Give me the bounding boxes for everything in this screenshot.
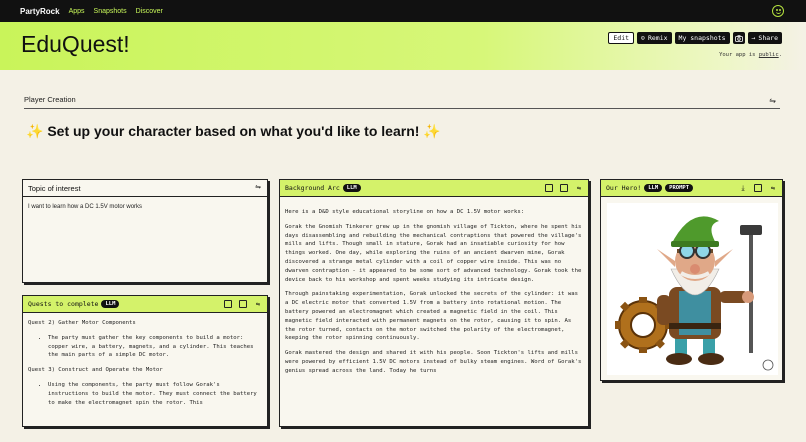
background-arc-card: Background Arc LLM ⇋ Here is a D&D style… [279, 179, 589, 427]
my-snapshots-button[interactable]: My snapshots [674, 32, 730, 44]
nav-link-apps[interactable]: Apps [69, 8, 85, 15]
background-arc-header: Background Arc LLM ⇋ [280, 180, 588, 197]
page-heading-text: Set up your character based on what you'… [43, 123, 424, 139]
sliders-icon[interactable]: ⇋ [769, 184, 777, 192]
app-title: EduQuest! [21, 31, 130, 57]
sliders-icon[interactable]: ⇋ [575, 184, 583, 192]
topic-card: Topic of interest ⇋ I want to learn how … [22, 179, 268, 283]
topic-card-title: Topic of interest [28, 183, 81, 193]
remix-button[interactable]: ⊙ Remix [637, 32, 672, 44]
top-nav: PartyRock Apps Snapshots Discover [0, 0, 806, 22]
nav-link-discover[interactable]: Discover [136, 8, 163, 15]
public-status-prefix: Your app is [719, 52, 759, 58]
background-arc-title: Background Arc [285, 184, 340, 192]
share-button-label: Share [758, 34, 778, 42]
share-button[interactable]: → Share [747, 32, 782, 44]
save-icon[interactable] [754, 184, 762, 192]
nav-link-snapshots[interactable]: Snapshots [94, 8, 127, 15]
public-status-suffix: . [778, 52, 782, 58]
quest-heading: Quest 3) Construct and Operate the Motor [28, 367, 163, 374]
sliders-icon[interactable]: ⇋ [254, 300, 262, 308]
public-link[interactable]: public [759, 52, 779, 58]
llm-badge: LLM [644, 184, 663, 192]
llm-badge: LLM [101, 300, 120, 308]
save-icon[interactable] [239, 300, 247, 308]
sliders-icon[interactable]: ⇋ [254, 184, 262, 192]
edit-button[interactable]: Edit [608, 32, 635, 44]
copy-icon[interactable] [224, 300, 232, 308]
quests-content: Quest 2) Gather Motor Components The par… [23, 313, 267, 427]
sparkle-icon: ✨ [423, 123, 441, 139]
llm-badge: LLM [342, 184, 361, 192]
prompt-badge: PROMPT [665, 184, 694, 192]
background-arc-content: Here is a D&D style educational storylin… [280, 197, 588, 427]
app-header: EduQuest! Edit ⊙ Remix My snapshots → Sh… [0, 22, 806, 70]
hero-image [607, 203, 778, 375]
sparkle-icon: ✨ [26, 123, 44, 139]
topic-card-header: Topic of interest ⇋ [23, 180, 267, 197]
remix-icon: ⊙ [641, 34, 645, 42]
copy-icon[interactable] [545, 184, 553, 192]
smiley-icon[interactable] [772, 5, 784, 17]
camera-icon[interactable] [732, 32, 745, 44]
arc-paragraph: Gorak mastered the design and shared it … [285, 350, 582, 374]
arc-paragraph: Here is a D&D style educational storylin… [285, 209, 525, 215]
hero-card: Our Hero! LLM PROMPT ⤓ ⇋ [600, 179, 783, 381]
quest-heading: Quest 2) Gather Motor Components [28, 320, 136, 326]
section-title: Player Creation [24, 95, 76, 104]
remix-button-label: Remix [647, 34, 668, 42]
topic-input[interactable]: I want to learn how a DC 1.5V motor work… [23, 197, 267, 218]
share-arrow-icon: → [751, 34, 756, 42]
page-heading: ✨ Set up your character based on what yo… [26, 123, 441, 140]
brand-logo[interactable]: PartyRock [20, 7, 60, 16]
save-icon[interactable] [560, 184, 568, 192]
quests-card-header: Quests to complete LLM ⇋ [23, 296, 267, 313]
arc-paragraph: Gorak the Gnomish Tinkerer grew up in th… [285, 223, 582, 283]
hero-card-title: Our Hero! [606, 184, 642, 192]
section-player-creation: Player Creation ⇋ [24, 95, 780, 109]
public-status: Your app is public. [719, 52, 782, 58]
quests-card: Quests to complete LLM ⇋ Quest 2) Gather… [22, 295, 268, 427]
arc-paragraph: Through painstaking experimentation, Gor… [285, 291, 578, 342]
header-actions: Edit ⊙ Remix My snapshots → Share [608, 32, 782, 44]
sliders-icon[interactable]: ⇋ [769, 96, 776, 105]
download-icon[interactable]: ⤓ [739, 184, 747, 192]
quest-bullet: Using the components, the party must fol… [48, 381, 262, 407]
hero-card-header: Our Hero! LLM PROMPT ⤓ ⇋ [601, 180, 782, 197]
quests-card-title: Quests to complete [28, 300, 99, 308]
quest-bullet: The party must gather the key components… [48, 334, 262, 360]
